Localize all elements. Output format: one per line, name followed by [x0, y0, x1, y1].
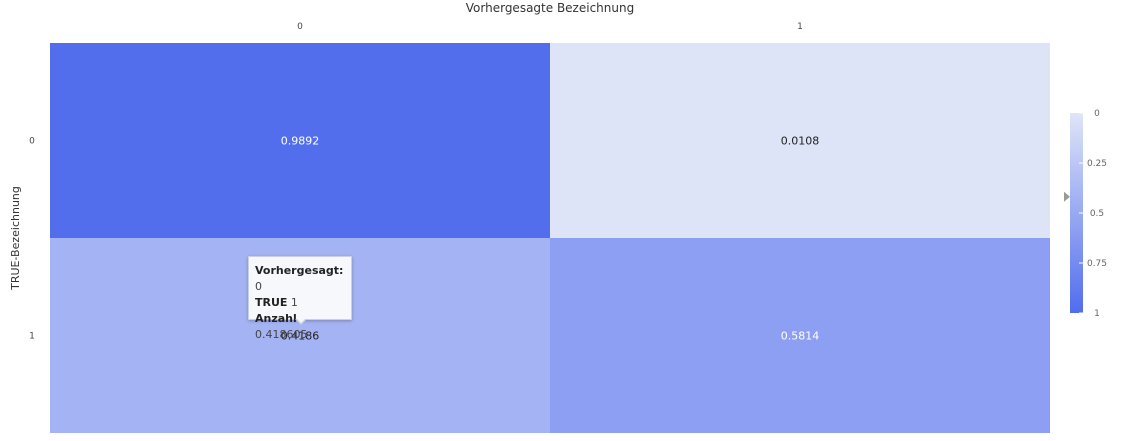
colorbar-value-marker-icon	[1064, 191, 1070, 202]
cell-value-label-0-0: 0.9892	[281, 135, 320, 148]
x-tick-label: 0	[297, 22, 303, 32]
tooltip-predicted-row: Vorhergesagt: 0	[255, 263, 351, 295]
colorbar-tick-label: 0.25	[1087, 159, 1107, 169]
tooltip-true-label: TRUE	[255, 296, 288, 309]
tooltip-count-label: Anzahl	[255, 312, 297, 325]
tooltip-true-row: TRUE 1	[255, 295, 351, 311]
tooltip-count-row: Anzahl 0.418605	[255, 311, 351, 343]
y-tick-label: 1	[29, 332, 35, 342]
cell-value-label-1-1: 0.5814	[781, 330, 820, 343]
y-axis-title: TRUE-Bezeichnung	[9, 186, 22, 291]
hover-tooltip: Vorhergesagt: 0 TRUE 1 Anzahl 0.418605	[248, 256, 352, 341]
colorbar-tick-label: 0.75	[1087, 259, 1107, 269]
y-tick-label: 0	[29, 137, 35, 147]
colorbar-tick-label: 0.5	[1090, 209, 1104, 219]
tooltip-predicted-value: 0	[255, 280, 262, 293]
tooltip-true-value: 1	[290, 296, 298, 309]
tooltip-predicted-label: Vorhergesagt:	[255, 264, 344, 277]
colorbar: 0 0.25 0.5 0.75 1	[1064, 109, 1107, 319]
x-axis-title: Vorhergesagte Bezeichnung	[466, 1, 634, 15]
colorbar-tick-label: 0	[1094, 109, 1100, 119]
confusion-matrix-chart: Vorhergesagte Bezeichnung TRUE-Bezeichnu…	[9, 1, 1107, 433]
tooltip-pointer-fill	[296, 318, 306, 323]
cell-value-label-0-1: 0.0108	[781, 135, 820, 148]
tooltip-count-value: 0.418605	[255, 328, 308, 341]
colorbar-tick-label: 1	[1094, 309, 1100, 319]
x-tick-label: 1	[797, 22, 803, 32]
